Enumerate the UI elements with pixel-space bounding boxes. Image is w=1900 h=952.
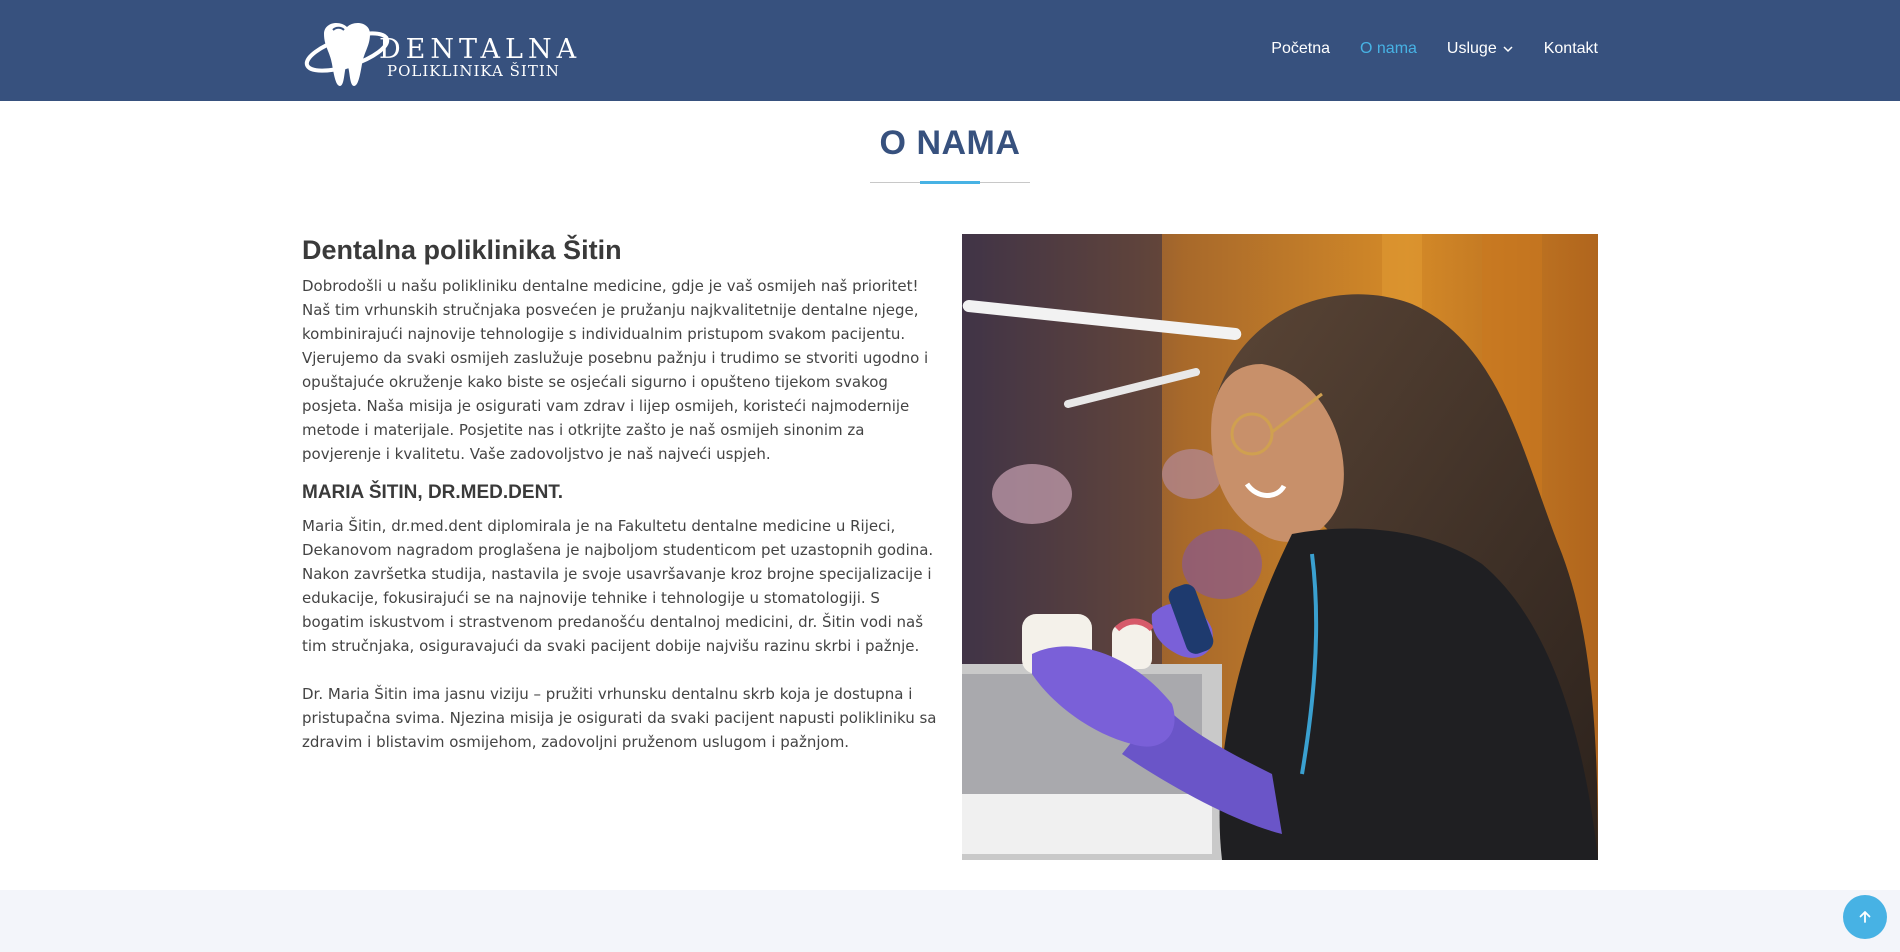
site-logo[interactable]: DENTALNA POLIKLINIKA ŠITIN (302, 18, 576, 88)
nav-item-usluge-label: Usluge (1446, 40, 1497, 57)
doctor-bio-paragraph: Maria Šitin, dr.med.dent diplomirala je … (302, 517, 934, 655)
clinic-heading: Dentalna poliklinika Šitin (302, 235, 622, 265)
main-nav: Početna O nama Usluge Kontakt (1241, 40, 1598, 58)
dentist-photo (962, 234, 1598, 860)
about-content: Dentalna poliklinika Šitin Dobrodošli u … (302, 232, 942, 754)
brand-subtitle: POLIKLINIKA ŠITIN (387, 62, 560, 80)
arrow-up-icon (1859, 911, 1871, 923)
site-header: DENTALNA POLIKLINIKA ŠITIN Početna O nam… (0, 0, 1900, 101)
chevron-down-icon (1503, 46, 1513, 53)
nav-item-o-nama[interactable]: O nama (1360, 40, 1417, 58)
back-to-top-button[interactable] (1843, 895, 1887, 939)
doctor-heading: MARIA ŠITIN, DR.MED.DENT. (302, 482, 564, 503)
title-divider-accent (920, 181, 980, 184)
brand-name: DENTALNA (379, 34, 582, 65)
intro-paragraph: Dobrodošli u našu polikliniku dentalne m… (302, 277, 929, 463)
nav-item-pocetna[interactable]: Početna (1271, 40, 1330, 58)
doctor-vision-paragraph: Dr. Maria Šitin ima jasnu viziju – pruži… (302, 685, 937, 751)
nav-item-usluge[interactable]: Usluge (1447, 40, 1514, 58)
nav-item-kontakt[interactable]: Kontakt (1544, 40, 1598, 58)
footer-band (0, 890, 1900, 952)
section-title: O NAMA (879, 124, 1021, 162)
